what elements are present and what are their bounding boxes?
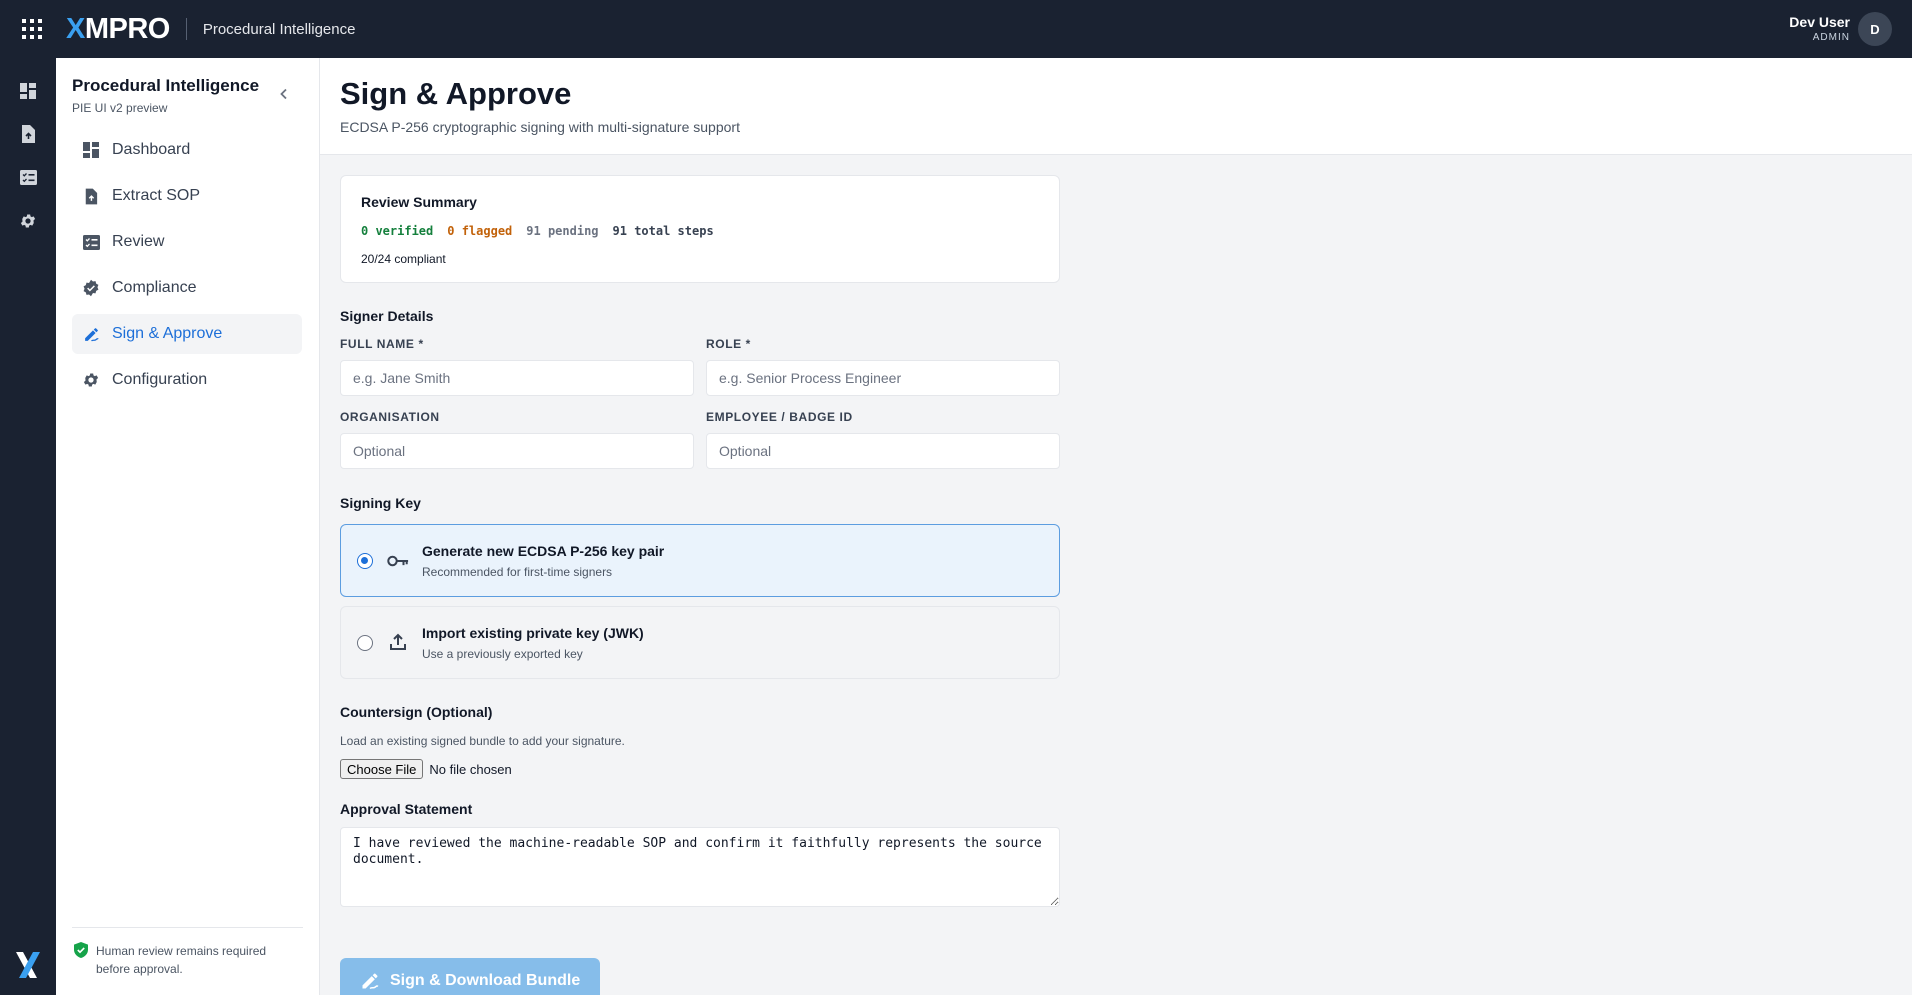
xmpro-mark-icon[interactable] [12, 949, 44, 981]
footer-note: Human review remains required before app… [96, 944, 267, 976]
flagged-count: 0 flagged [447, 224, 513, 238]
sidebar-title: Procedural Intelligence [72, 76, 260, 95]
extract-icon[interactable] [16, 122, 40, 146]
chevron-left-icon [280, 88, 287, 100]
sidebar-item-label: Review [112, 233, 165, 250]
xmpro-logo[interactable]: X MPRO [66, 13, 170, 46]
sidebar-item-label: Dashboard [112, 141, 191, 158]
shield-check-icon [74, 942, 88, 963]
signing-key-heading: Signing Key [340, 495, 421, 511]
verified-count: 0 verified [361, 224, 434, 238]
total-steps: 91 total steps [612, 224, 714, 238]
app-name: Procedural Intelligence [202, 20, 356, 38]
signer-fields: FULL NAME * ROLE * ORGANISATION EMPLOYEE… [340, 337, 1060, 469]
signature-icon [362, 973, 379, 990]
sidebar-nav: Dashboard Extract SOP Review Compliance … [72, 130, 302, 406]
compliance-count: 20/24 compliant [361, 252, 446, 266]
full-name-label: FULL NAME * [340, 337, 424, 351]
file-upload-icon [82, 187, 100, 205]
sidebar-item-label: Configuration [112, 371, 208, 388]
dashboard-icon[interactable] [16, 79, 40, 103]
signature-icon [82, 325, 100, 343]
organisation-label: ORGANISATION [340, 410, 440, 424]
page-header: Sign & Approve ECDSA P-256 cryptographic… [320, 58, 1912, 155]
sidebar-item-compliance[interactable]: Compliance [72, 268, 302, 308]
sidebar-item-dashboard[interactable]: Dashboard [72, 130, 302, 170]
main-content: Sign & Approve ECDSA P-256 cryptographic… [320, 58, 1912, 995]
icon-rail [0, 58, 56, 995]
collapse-sidebar-button[interactable] [274, 84, 294, 104]
generate-key-radio[interactable] [357, 553, 373, 569]
logo-divider [185, 18, 187, 40]
approval-statement-heading: Approval Statement [340, 801, 473, 817]
import-key-subtitle: Use a previously exported key [422, 647, 583, 661]
review-summary-title: Review Summary [361, 194, 477, 210]
sidebar: Procedural Intelligence PIE UI v2 previe… [56, 58, 320, 995]
upload-icon [387, 633, 409, 653]
countersign-file-input: Choose File No file chosen [340, 759, 1060, 779]
page-title: Sign & Approve [340, 76, 572, 111]
sidebar-item-label: Sign & Approve [112, 325, 223, 342]
full-name-input[interactable] [340, 360, 694, 396]
no-file-text: No file chosen [429, 761, 512, 777]
choose-file-button[interactable]: Choose File [340, 759, 424, 779]
review-stats: 0 verified 0 flagged 91 pending 91 total… [361, 224, 1039, 238]
review-icon [82, 233, 100, 251]
approval-statement-textarea[interactable]: I have reviewed the machine-readable SOP… [340, 827, 1060, 907]
sidebar-item-configuration[interactable]: Configuration [72, 360, 302, 400]
app-grid-icon[interactable] [12, 9, 52, 49]
verified-badge-icon [82, 279, 100, 297]
badge-id-input[interactable] [706, 433, 1060, 469]
signer-details-heading: Signer Details [340, 308, 434, 324]
sign-download-button[interactable]: Sign & Download Bundle [340, 958, 600, 995]
user-name: Dev User [1789, 14, 1850, 30]
import-key-radio[interactable] [357, 635, 373, 651]
gear-icon [82, 371, 100, 389]
sidebar-item-label: Extract SOP [112, 187, 201, 204]
role-input[interactable] [706, 360, 1060, 396]
top-bar: X MPRO Procedural Intelligence Dev User A… [0, 0, 1912, 58]
page-subtitle: ECDSA P-256 cryptographic signing with m… [340, 119, 740, 135]
key-icon [387, 551, 409, 571]
generate-key-option[interactable]: Generate new ECDSA P-256 key pair Recomm… [340, 524, 1060, 597]
countersign-help: Load an existing signed bundle to add yo… [340, 734, 625, 748]
sidebar-item-extract-sop[interactable]: Extract SOP [72, 176, 302, 216]
countersign-heading: Countersign (Optional) [340, 704, 493, 720]
role-label: ROLE * [706, 337, 751, 351]
settings-icon[interactable] [16, 209, 40, 233]
pending-count: 91 pending [526, 224, 599, 238]
role-group: ROLE * [706, 337, 1060, 396]
sign-download-label: Sign & Download Bundle [390, 972, 581, 989]
sidebar-footer: Human review remains required before app… [72, 927, 303, 995]
sidebar-item-sign-approve[interactable]: Sign & Approve [72, 314, 302, 354]
review-icon[interactable] [16, 165, 40, 189]
badge-id-label: EMPLOYEE / BADGE ID [706, 410, 853, 424]
sidebar-item-review[interactable]: Review [72, 222, 302, 262]
generate-key-title: Generate new ECDSA P-256 key pair [422, 543, 665, 559]
import-key-title: Import existing private key (JWK) [422, 625, 644, 641]
organisation-input[interactable] [340, 433, 694, 469]
sidebar-subtitle: PIE UI v2 preview [72, 101, 168, 115]
review-summary-card: Review Summary 0 verified 0 flagged 91 p… [340, 175, 1060, 283]
full-name-group: FULL NAME * [340, 337, 694, 396]
generate-key-subtitle: Recommended for first-time signers [422, 565, 613, 579]
organisation-group: ORGANISATION [340, 410, 694, 469]
user-role: ADMIN [1812, 32, 1850, 43]
badge-id-group: EMPLOYEE / BADGE ID [706, 410, 1060, 469]
user-info[interactable]: Dev User ADMIN [1789, 14, 1850, 43]
dashboard-icon [82, 141, 100, 159]
import-key-option[interactable]: Import existing private key (JWK) Use a … [340, 606, 1060, 679]
sign-form: Review Summary 0 verified 0 flagged 91 p… [340, 175, 1060, 912]
sidebar-item-label: Compliance [112, 279, 197, 296]
avatar[interactable]: D [1858, 12, 1892, 46]
